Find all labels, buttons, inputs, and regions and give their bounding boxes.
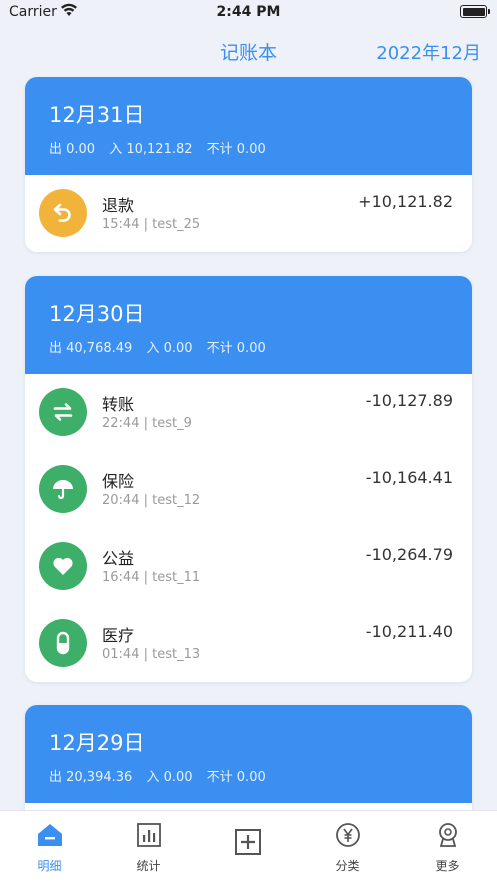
transaction-category: 退款 <box>102 196 135 215</box>
refund-icon <box>39 189 87 237</box>
tab-label: 明细 <box>37 859 62 873</box>
day-header: 12月31日 出 0.00 入 10,121.82 不计 0.00 <box>25 77 472 175</box>
clock: 2:44 PM <box>216 4 281 20</box>
day-date: 12月29日 <box>49 731 145 755</box>
transaction-row[interactable]: 保险 20:44 | test_12 -10,164.41 <box>25 451 472 528</box>
transaction-meta: 22:44 | test_9 <box>102 416 192 431</box>
chart-icon <box>137 823 161 847</box>
tab-statistics[interactable]: 统计 <box>99 811 198 883</box>
day-header: 12月29日 出 20,394.36 入 0.00 不计 0.00 <box>25 705 472 803</box>
day-summary: 出 40,768.49 入 0.00 不计 0.00 <box>49 337 276 356</box>
day-in: 入 0.00 <box>146 341 193 356</box>
day-card: 12月30日 出 40,768.49 入 0.00 不计 0.00 转账 22:… <box>25 276 472 682</box>
day-excluded: 不计 0.00 <box>206 341 266 356</box>
transaction-meta: 16:44 | test_11 <box>102 570 201 585</box>
tab-label: 分类 <box>335 859 360 873</box>
tab-label: 更多 <box>435 859 460 873</box>
transaction-amount: -10,211.40 <box>365 622 453 641</box>
transaction-category: 公益 <box>102 549 135 568</box>
transaction-row[interactable]: 转账 22:44 | test_9 -10,127.89 <box>25 374 472 451</box>
day-card: 12月31日 出 0.00 入 10,121.82 不计 0.00 退款 15:… <box>25 77 472 252</box>
transaction-category: 转账 <box>102 395 135 414</box>
transaction-row[interactable]: 退款 15:44 | test_25 +10,121.82 <box>25 175 472 252</box>
battery-icon <box>460 5 490 18</box>
day-excluded: 不计 0.00 <box>206 770 266 785</box>
day-summary: 出 20,394.36 入 0.00 不计 0.00 <box>49 766 276 785</box>
transaction-amount: -10,164.41 <box>365 468 453 487</box>
transaction-amount: -10,127.89 <box>365 391 453 410</box>
transaction-row[interactable]: 公益 16:44 | test_11 -10,264.79 <box>25 528 472 605</box>
day-out: 出 0.00 <box>49 142 96 157</box>
home-icon <box>38 824 62 846</box>
day-date: 12月31日 <box>49 103 145 127</box>
tab-more[interactable]: 更多 <box>398 811 497 883</box>
day-header: 12月30日 出 40,768.49 入 0.00 不计 0.00 <box>25 276 472 374</box>
status-bar: Carrier 2:44 PM <box>0 0 497 26</box>
day-card: 12月29日 出 20,394.36 入 0.00 不计 0.00 <box>25 705 472 825</box>
transaction-category: 保险 <box>102 472 135 491</box>
tab-add[interactable] <box>198 811 297 883</box>
day-out: 出 20,394.36 <box>49 770 133 785</box>
day-summary: 出 0.00 入 10,121.82 不计 0.00 <box>49 138 276 157</box>
day-date: 12月30日 <box>49 302 145 326</box>
tab-categories[interactable]: 分类 <box>298 811 397 883</box>
transaction-amount: +10,121.82 <box>358 192 453 211</box>
tab-details[interactable]: 明细 <box>0 811 99 883</box>
transfer-icon <box>39 388 87 436</box>
day-in: 入 10,121.82 <box>109 142 193 157</box>
month-selector[interactable]: 2022年12月 <box>376 39 481 65</box>
transaction-category: 医疗 <box>102 626 135 645</box>
transaction-amount: -10,264.79 <box>365 545 453 564</box>
yen-icon <box>336 823 360 847</box>
tab-label: 统计 <box>136 859 161 873</box>
pill-icon <box>39 619 87 667</box>
umbrella-icon <box>39 465 87 513</box>
transaction-meta: 01:44 | test_13 <box>102 647 201 662</box>
tab-bar: 明细 统计 分类 更多 <box>0 810 497 883</box>
heart-icon <box>39 542 87 590</box>
day-out: 出 40,768.49 <box>49 341 133 356</box>
add-icon <box>235 829 261 855</box>
day-excluded: 不计 0.00 <box>206 142 266 157</box>
more-icon <box>439 823 457 847</box>
day-in: 入 0.00 <box>146 770 193 785</box>
transaction-meta: 20:44 | test_12 <box>102 493 201 508</box>
transaction-meta: 15:44 | test_25 <box>102 217 201 232</box>
transaction-row[interactable]: 医疗 01:44 | test_13 -10,211.40 <box>25 605 472 682</box>
